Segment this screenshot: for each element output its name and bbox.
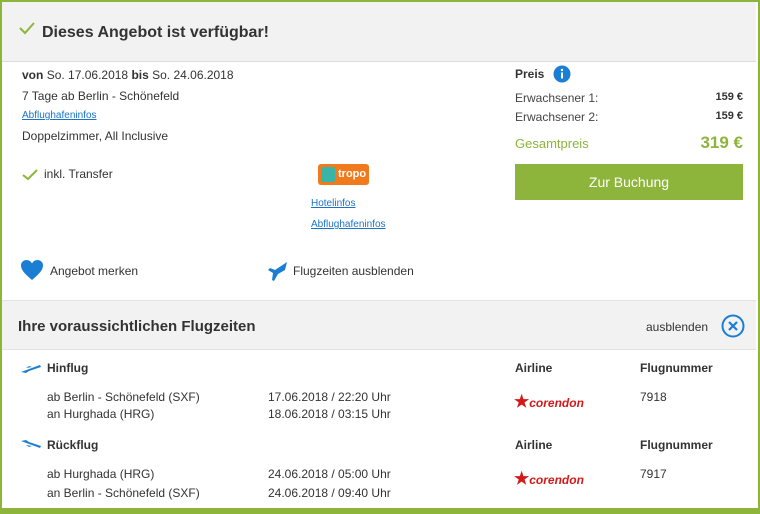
return-airline-logo: ★corendon <box>514 469 584 489</box>
airplane-icon <box>268 262 287 281</box>
duration-text: 7 Tage ab Berlin - Schönefeld <box>22 89 180 103</box>
total-price: 319 € <box>700 133 743 152</box>
total-label: Gesamtpreis <box>515 136 589 151</box>
tropo-logo-text: tropo <box>338 168 367 180</box>
outbound-airline-logo: ★corendon <box>514 392 584 412</box>
availability-header: Dieses Angebot ist verfügbar! <box>2 2 756 62</box>
adult1-price: 159 € <box>715 91 743 103</box>
info-icon[interactable] <box>553 65 571 83</box>
adult1-row: Erwachsener 1: 159 € <box>515 91 743 105</box>
return-airline-header: Airline <box>515 438 553 452</box>
thumbs-up-icon <box>321 167 335 182</box>
star-icon: ★ <box>514 392 530 411</box>
outbound-flightno-header: Flugnummer <box>640 361 713 375</box>
adult1-label: Erwachsener 1: <box>515 91 599 105</box>
room-text: Doppelzimmer, All Inclusive <box>22 129 169 143</box>
price-label: Preis <box>515 67 545 81</box>
outbound-label: Hinflug <box>47 361 89 375</box>
total-row: Gesamtpreis 319 € <box>515 133 743 152</box>
tropo-logo: tropo <box>318 164 369 185</box>
check-icon <box>19 22 35 35</box>
return-label: Rückflug <box>47 438 99 452</box>
return-arrival-place: an Berlin - Schönefeld (SXF) <box>47 486 200 500</box>
return-departure-place: ab Hurghada (HRG) <box>47 467 155 481</box>
return-departure-time: 24.06.2018 / 05:00 Uhr <box>268 467 391 481</box>
outbound-airline-header: Airline <box>515 361 553 375</box>
price-heading: Preis <box>515 65 571 83</box>
close-circle-icon[interactable] <box>721 314 745 338</box>
transfer-check-icon <box>22 169 38 181</box>
bis-label: bis <box>131 68 149 82</box>
arrival-plane-icon <box>21 440 41 448</box>
return-arrival-time: 24.06.2018 / 09:40 Uhr <box>268 486 391 500</box>
adult2-price: 159 € <box>715 110 743 122</box>
adult2-label: Erwachsener 2: <box>515 110 599 124</box>
outbound-arrival-time: 18.06.2018 / 03:15 Uhr <box>268 407 391 421</box>
airport-info-link-2[interactable]: Abflughafeninfos <box>311 219 386 230</box>
departure-plane-icon <box>21 365 41 373</box>
hide-flight-times-link[interactable]: ausblenden <box>646 320 708 334</box>
availability-title: Dieses Angebot ist verfügbar! <box>42 24 270 41</box>
transfer-text: inkl. Transfer <box>44 167 113 181</box>
von-label: von <box>22 68 44 82</box>
flight-toggle-label: Flugzeiten ausblenden <box>293 264 414 278</box>
return-airline-name: corendon <box>529 473 584 487</box>
return-flightno-header: Flugnummer <box>640 438 713 452</box>
outbound-arrival-place: an Hurghada (HRG) <box>47 407 155 421</box>
bottom-accent-bar <box>0 508 760 514</box>
outbound-departure-time: 17.06.2018 / 22:20 Uhr <box>268 390 391 404</box>
book-button[interactable]: Zur Buchung <box>515 164 743 200</box>
outbound-airline-name: corendon <box>529 396 584 410</box>
outbound-flight-number: 7918 <box>640 390 667 404</box>
star-icon: ★ <box>514 469 530 488</box>
flight-times-title: Ihre voraussichtlichen Flugzeiten <box>18 318 256 335</box>
heart-icon <box>21 260 43 280</box>
date-from: So. 17.06.2018 <box>46 68 129 82</box>
bookmark-label: Angebot merken <box>50 264 139 278</box>
airport-info-link[interactable]: Abflughafeninfos <box>22 110 97 121</box>
date-to: So. 24.06.2018 <box>152 68 234 82</box>
return-flight-number: 7917 <box>640 467 667 481</box>
hotel-info-link[interactable]: Hotelinfos <box>311 198 355 209</box>
adult2-row: Erwachsener 2: 159 € <box>515 110 743 124</box>
flight-times-header: Ihre voraussichtlichen Flugzeiten ausble… <box>2 300 756 350</box>
outbound-departure-place: ab Berlin - Schönefeld (SXF) <box>47 390 200 404</box>
travel-dates: von So. 17.06.2018 bis So. 24.06.2018 <box>22 68 234 82</box>
